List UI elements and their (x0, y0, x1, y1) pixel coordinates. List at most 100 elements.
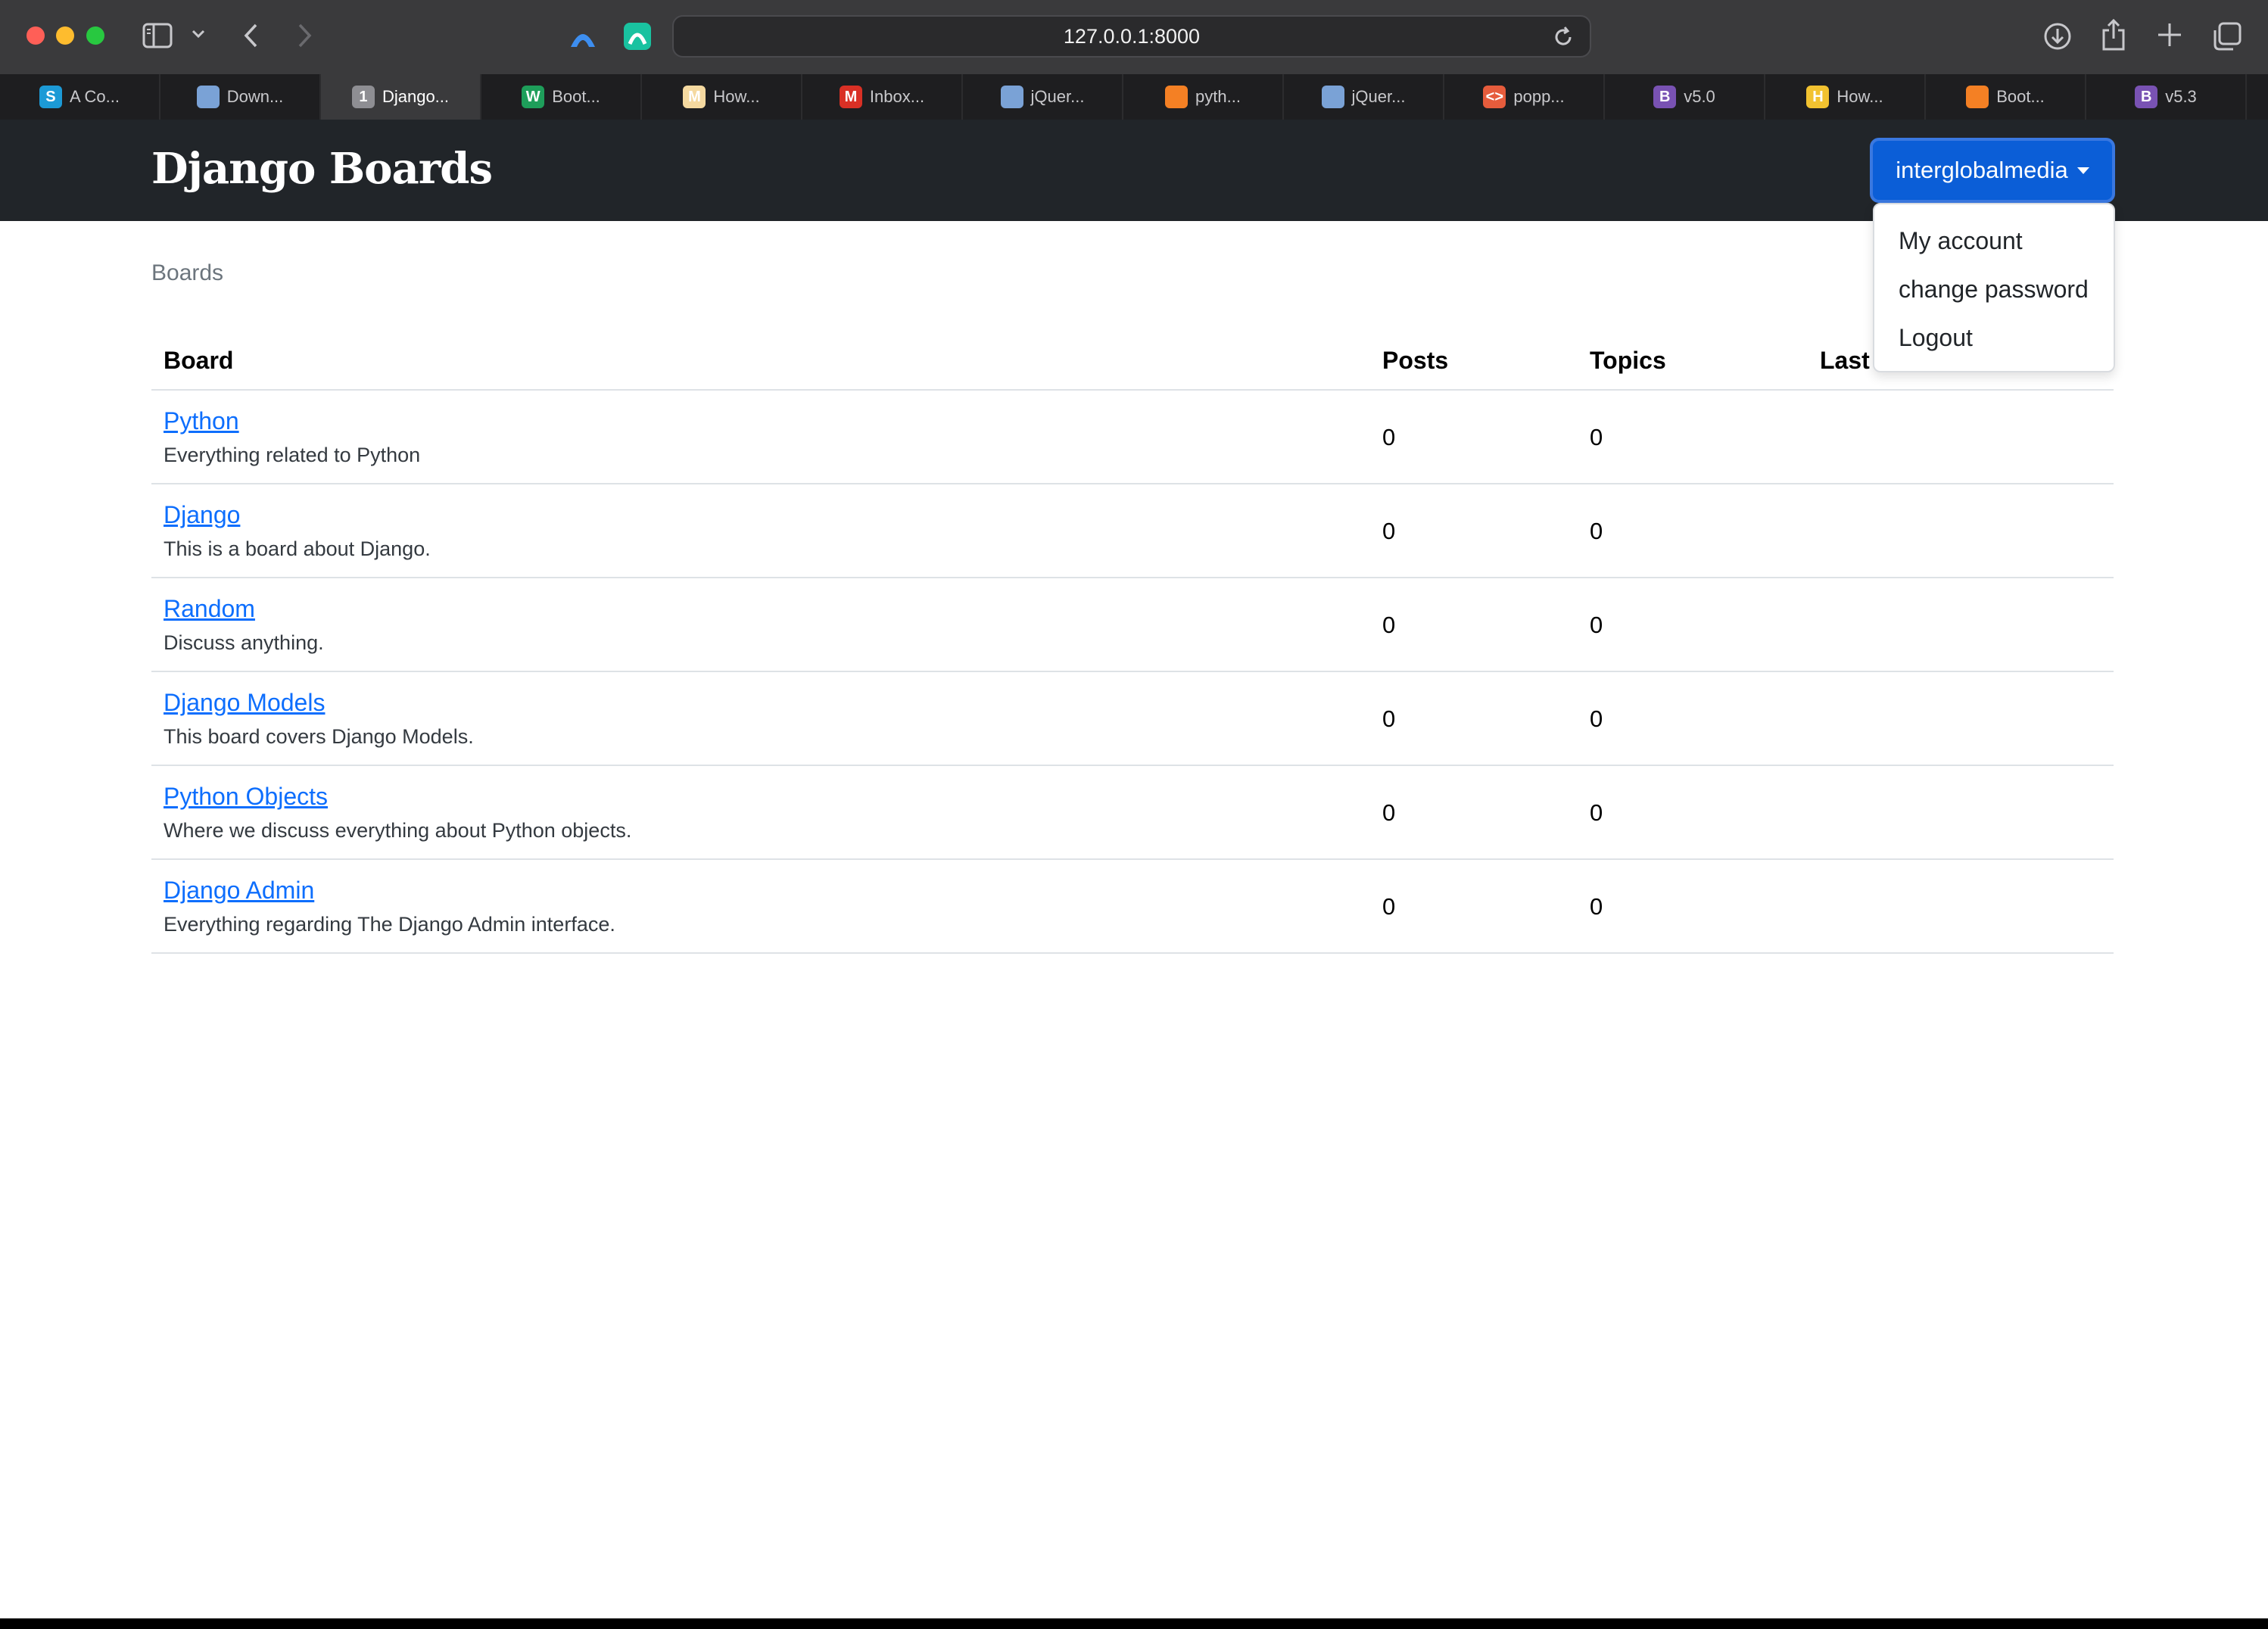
bootstrap-favicon-icon: B (1653, 86, 1677, 108)
browser-tab[interactable]: S A Co... (0, 74, 160, 120)
dropdown-item-logout[interactable]: Logout (1899, 322, 1973, 353)
column-header-topics: Topics (1590, 347, 1666, 374)
browser-tab[interactable]: M Inbox... (802, 74, 963, 120)
m-favicon-icon: M (683, 86, 706, 108)
posts-count: 0 (1382, 799, 1396, 826)
posts-count: 0 (1382, 424, 1396, 450)
browser-tab[interactable]: pyth... (1123, 74, 1284, 120)
topics-count: 0 (1590, 799, 1603, 826)
dropdown-item-my-account[interactable]: My account (1899, 226, 2023, 256)
close-window-button[interactable] (26, 26, 45, 45)
address-bar[interactable]: 127.0.0.1:8000 (672, 15, 1591, 58)
jquery-favicon-icon (1000, 86, 1023, 108)
browser-tab-label: v5.3 (2165, 87, 2197, 106)
board-description: This is a board about Django. (164, 537, 431, 560)
w-favicon-icon: W (522, 86, 545, 108)
code-favicon-icon: <> (1483, 86, 1506, 108)
s-favicon-icon: S (39, 86, 62, 108)
table-body: Python Everything related to Python 0 0 Djan… (151, 391, 2114, 954)
browser-tab[interactable]: <> popp... (1444, 74, 1605, 120)
topics-count: 0 (1590, 705, 1603, 732)
board-description: Everything related to Python (164, 444, 421, 466)
fullscreen-window-button[interactable] (86, 26, 104, 45)
reload-icon[interactable] (1552, 26, 1575, 54)
forward-arrow-icon[interactable] (295, 23, 313, 48)
posts-count: 0 (1382, 518, 1396, 544)
browser-tab[interactable]: Down... (160, 74, 321, 120)
posts-count: 0 (1382, 705, 1396, 732)
board-description: Where we discuss everything about Python… (164, 819, 632, 842)
topics-count: 0 (1590, 424, 1603, 450)
browser-tab[interactable]: W Boot... (481, 74, 642, 120)
posts-count: 0 (1382, 612, 1396, 638)
table-row: Python Everything related to Python 0 0 (151, 391, 2114, 484)
chevron-down-icon[interactable] (191, 29, 206, 39)
browser-tab[interactable]: Bv5.3 (2086, 74, 2247, 120)
breadcrumb: Boards (151, 260, 224, 285)
topics-count: 0 (1590, 518, 1603, 544)
browser-tab[interactable]: M How... (642, 74, 802, 120)
dropdown-item-change-password[interactable]: change password (1899, 274, 2089, 304)
board-description: Discuss anything. (164, 631, 324, 654)
board-link[interactable]: Random (164, 595, 255, 623)
browser-tab-label: v5.0 (1684, 87, 1715, 106)
browser-tab-label: jQuer... (1351, 87, 1406, 106)
board-description: This board covers Django Models. (164, 725, 474, 748)
new-tab-icon[interactable] (2156, 21, 2183, 48)
board-link[interactable]: Python Objects (164, 783, 328, 811)
url-text: 127.0.0.1:8000 (1063, 24, 1201, 48)
user-dropdown-label: interglobalmedia (1896, 157, 2068, 183)
minimize-window-button[interactable] (56, 26, 74, 45)
board-link[interactable]: Python (164, 407, 239, 435)
browser-tab-label: A Co... (69, 87, 120, 106)
extension-arc-icon[interactable] (568, 21, 598, 51)
browser-tab[interactable]: 1 Django... (321, 74, 481, 120)
browser-tab-label: pyth... (1195, 87, 1241, 106)
table-row: Random Discuss anything. 0 0 (151, 578, 2114, 672)
browser-tab-label: Boot... (1996, 87, 2045, 106)
back-arrow-icon[interactable] (242, 23, 260, 48)
browser-tab[interactable]: H How... (1765, 74, 1926, 120)
stackoverflow-favicon-icon (1966, 86, 1989, 108)
browser-tab-label: jQuer... (1030, 87, 1085, 106)
table-row: Python Objects Where we discuss everythin… (151, 766, 2114, 860)
user-dropdown-button[interactable]: interglobalmedia (1870, 138, 2115, 203)
table-header: Board Posts Topics Last Post (151, 333, 2114, 391)
bootstrap-favicon-icon: B (2135, 86, 2158, 108)
tab-overview-icon[interactable] (2212, 21, 2242, 51)
topics-count: 0 (1590, 612, 1603, 638)
board-link[interactable]: Django Models (164, 689, 325, 717)
browser-tab[interactable]: jQuer... (963, 74, 1123, 120)
table-row: Django Models This board covers Django Mo… (151, 672, 2114, 766)
column-header-board: Board (164, 347, 234, 374)
download-icon[interactable] (2042, 21, 2073, 51)
board-link[interactable]: Django (164, 501, 240, 529)
extension-green-icon[interactable] (622, 21, 653, 51)
jquery-favicon-icon (196, 86, 220, 108)
browser-tab-label: popp... (1513, 87, 1565, 106)
browser-tab-label: Django... (382, 87, 450, 106)
sidebar-toggle-icon[interactable] (142, 23, 173, 48)
table-row: Django This is a board about Django. 0 0 (151, 484, 2114, 578)
browser-tab[interactable]: Bv5.0 (1605, 74, 1765, 120)
browser-tab-label: How... (1837, 87, 1883, 106)
title-bar: 127.0.0.1:8000 (0, 0, 2268, 74)
browser-tab-label: How... (713, 87, 760, 106)
browser-tab-label: Boot... (552, 87, 600, 106)
browser-window: 127.0.0.1:8000 S A Co... Down... 1 Django...… (0, 0, 2268, 1618)
table-row: Django Admin Everything regarding The Dja… (151, 860, 2114, 954)
brand-logo[interactable]: Django Boards (151, 142, 493, 195)
browser-tab[interactable]: Boot... (1926, 74, 2086, 120)
user-dropdown-menu: My account change password Logout (1873, 203, 2115, 372)
browser-tab-label: Down... (226, 87, 284, 106)
board-link[interactable]: Django Admin (164, 877, 314, 905)
browser-tab-label: Inbox... (869, 87, 925, 106)
h-favicon-icon: H (1806, 86, 1830, 108)
tab-bar: S A Co... Down... 1 Django... W Boot... M How...… (0, 74, 2268, 120)
browser-tab[interactable]: jQuer... (1284, 74, 1444, 120)
stackoverflow-favicon-icon (1165, 86, 1189, 108)
board-description: Everything regarding The Django Admin in… (164, 913, 615, 936)
number-favicon-icon: 1 (351, 86, 375, 108)
share-icon[interactable] (2100, 18, 2127, 51)
caret-down-icon (2076, 167, 2089, 174)
